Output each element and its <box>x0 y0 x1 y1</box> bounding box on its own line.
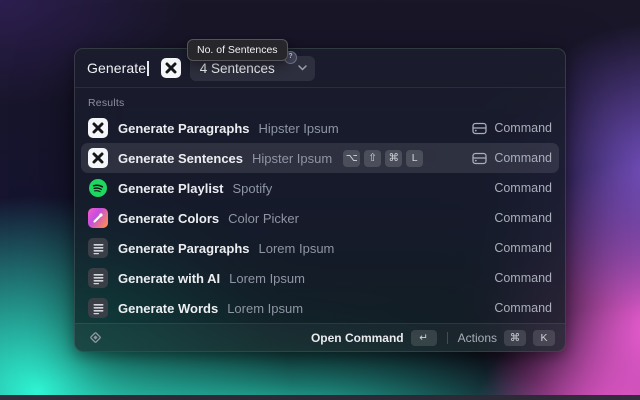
chevron-down-icon <box>298 65 307 71</box>
command-type-label: Command <box>494 151 552 165</box>
text-caret <box>147 61 149 76</box>
hipster-ipsum-icon <box>161 58 181 78</box>
hipster-ipsum-icon <box>88 118 108 138</box>
command-key-icon: ⌘ <box>504 330 526 346</box>
command-title: Generate with AI <box>118 271 220 286</box>
accessory: Command <box>494 241 552 255</box>
command-type-label: Command <box>494 301 552 315</box>
list-item[interactable]: Generate with AI Lorem Ipsum Command <box>81 263 559 293</box>
search-bar: Generate 4 Sentences ? <box>75 49 565 88</box>
list-item[interactable]: Generate Paragraphs Lorem Ipsum Command <box>81 233 559 263</box>
shortcut-keys: ⌥ ⇧ ⌘ L <box>343 150 423 167</box>
extension-name: Color Picker <box>228 211 299 226</box>
list-item[interactable]: Generate Paragraphs Hipster Ipsum Comman… <box>81 113 559 143</box>
command-type-label: Command <box>494 271 552 285</box>
lorem-ipsum-icon <box>88 268 108 288</box>
list-item-selected[interactable]: Generate Sentences Hipster Ipsum ⌥ ⇧ ⌘ L… <box>81 143 559 173</box>
accessory: Command <box>494 271 552 285</box>
return-key-icon: ↵ <box>411 330 437 346</box>
accessory: Command <box>494 211 552 225</box>
k-key-icon: K <box>533 330 555 346</box>
option-key-icon: ⌥ <box>343 150 360 167</box>
raycast-window: No. of Sentences Generate 4 Sentences ? … <box>74 48 566 352</box>
action-bar: Open Command ↵ Actions ⌘ K <box>75 323 565 351</box>
spotify-icon <box>88 178 108 198</box>
command-type-label: Command <box>494 181 552 195</box>
extension-name: Hipster Ipsum <box>259 121 339 136</box>
command-type-label: Command <box>494 241 552 255</box>
accessory: Command <box>472 121 552 135</box>
command-key-icon: ⌘ <box>385 150 402 167</box>
command-title: Generate Sentences <box>118 151 243 166</box>
actions-button[interactable]: Actions <box>458 331 497 345</box>
accessory: Command <box>494 301 552 315</box>
list-item[interactable]: Generate Playlist Spotify Command <box>81 173 559 203</box>
lorem-ipsum-icon <box>88 298 108 318</box>
accessory: Command <box>472 151 552 165</box>
extension-name: Lorem Ipsum <box>259 241 335 256</box>
command-title: Generate Paragraphs <box>118 241 250 256</box>
extension-name: Hipster Ipsum <box>252 151 332 166</box>
list-item[interactable]: Generate Colors Color Picker Command <box>81 203 559 233</box>
command-type-icon <box>472 122 487 135</box>
raycast-logo-icon <box>88 330 103 345</box>
command-title: Generate Paragraphs <box>118 121 250 136</box>
command-title: Generate Words <box>118 301 218 316</box>
results-section-header: Results <box>75 88 565 113</box>
command-type-icon <box>472 152 487 165</box>
color-picker-icon <box>88 208 108 228</box>
sentences-dropdown-value: 4 Sentences <box>200 61 298 76</box>
footer-divider <box>447 332 448 344</box>
open-command-button[interactable]: Open Command <box>311 331 404 345</box>
accessory: Command <box>494 181 552 195</box>
results-list: Results Generate Paragraphs Hipster Ipsu… <box>75 88 565 323</box>
extension-name: Lorem Ipsum <box>227 301 303 316</box>
command-title: Generate Playlist <box>118 181 224 196</box>
desktop-bottom-strip <box>0 395 640 400</box>
shift-key-icon: ⇧ <box>364 150 381 167</box>
list-item[interactable]: Generate Words Lorem Ipsum Command <box>81 293 559 323</box>
search-input[interactable]: Generate <box>87 60 146 76</box>
lorem-ipsum-icon <box>88 238 108 258</box>
l-key-icon: L <box>406 150 423 167</box>
hipster-ipsum-icon <box>88 148 108 168</box>
command-title: Generate Colors <box>118 211 219 226</box>
command-type-label: Command <box>494 121 552 135</box>
command-type-label: Command <box>494 211 552 225</box>
extension-name: Lorem Ipsum <box>229 271 305 286</box>
extension-name: Spotify <box>233 181 273 196</box>
dropdown-tooltip: No. of Sentences <box>187 39 288 61</box>
